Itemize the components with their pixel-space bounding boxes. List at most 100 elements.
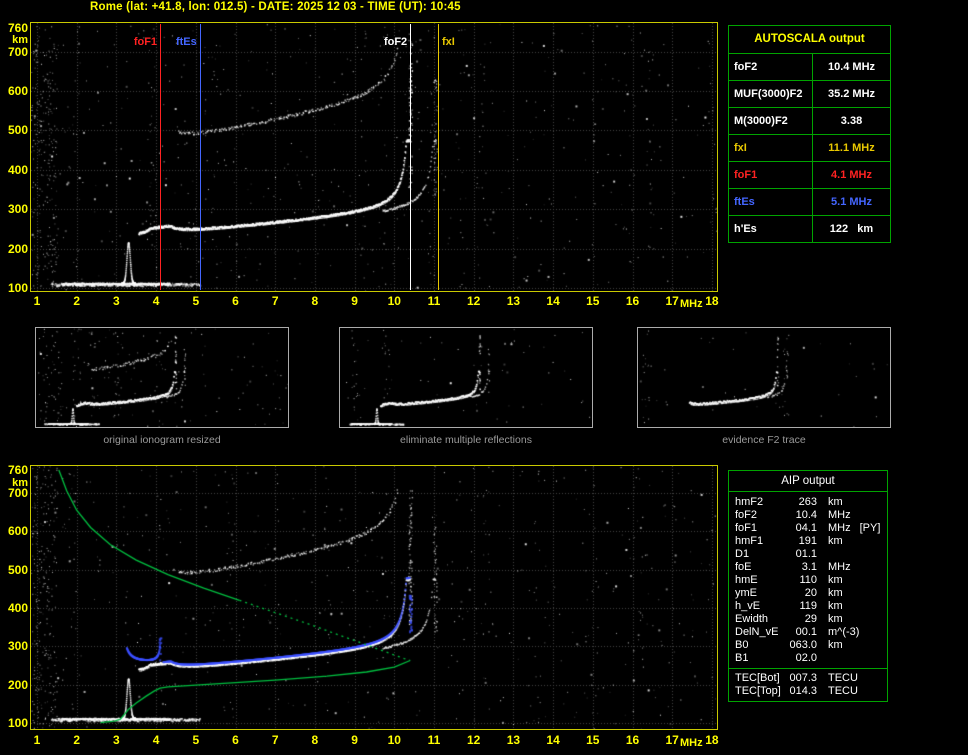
- autoscala-row-value: 11.1 MHz: [828, 142, 875, 154]
- y-tick-top-300: 300: [7, 202, 28, 217]
- autoscala-row-label: fxI: [729, 135, 813, 161]
- y-tick-top-700: 700: [7, 44, 28, 59]
- x-tick-bottom-14: 14: [546, 733, 560, 747]
- aip-label: hmF1: [735, 535, 764, 547]
- thumbnail-f2-trace-evidence: [637, 327, 891, 428]
- aip-row-hmE: hmE 110 km: [729, 574, 887, 587]
- aip-value: 119: [799, 600, 817, 612]
- aip-value: 007.3: [789, 672, 817, 684]
- autoscala-row-value: 5.1 MHz: [831, 196, 872, 208]
- x-tick-bottom-1: 1: [33, 733, 41, 747]
- aip-label: B1: [735, 652, 749, 664]
- aip-row-B0: B0 063.0 km: [729, 639, 887, 652]
- marker-label-ftEs: ftEs: [175, 36, 197, 48]
- marker-line-foF2: [410, 24, 412, 290]
- y-tick-top-600: 600: [7, 84, 28, 99]
- autoscala-row-value: 35.2 MHz: [827, 88, 876, 100]
- autoscala-row-value: 122 km: [829, 223, 874, 235]
- aip-value: 02.0: [795, 652, 817, 664]
- autoscala-row-foF1: foF1 4.1 MHz: [729, 161, 890, 188]
- aip-label: TEC[Top]: [735, 685, 781, 697]
- autoscala-row-label: MUF(3000)F2: [729, 81, 813, 107]
- aip-unit: TECU: [828, 685, 858, 697]
- y-tick-bottom-200: 200: [7, 677, 28, 692]
- x-tick-bottom-5: 5: [192, 733, 200, 747]
- aip-label: Ewidth: [735, 613, 769, 625]
- aip-unit: km: [828, 613, 843, 625]
- x-tick-bottom-15: 15: [586, 733, 600, 747]
- aip-label: DelN_vE: [735, 626, 779, 638]
- x-tick-top-17: 17: [665, 294, 679, 308]
- x-tick-top-3: 3: [113, 294, 120, 308]
- autoscala-row-fxI: fxI 11.1 MHz: [729, 134, 890, 161]
- aip-unit: [817, 548, 828, 561]
- aip-row-Ewidth: Ewidth 29 km: [729, 613, 887, 626]
- x-tick-top-11: 11: [427, 294, 441, 308]
- aip-output-table: AIP output hmF2 263 km foF2 10.4 MHz foF1 04.1 M…: [728, 470, 888, 702]
- y-tick-bottom-300: 300: [7, 639, 28, 654]
- y-tick-top-100: 100: [7, 280, 28, 295]
- aip-unit: MHz: [828, 561, 851, 573]
- x-tick-bottom-3: 3: [113, 733, 120, 747]
- x-tick-bottom-17: 17: [665, 733, 679, 747]
- aip-row-B1: B1 02.0: [729, 652, 887, 665]
- aip-row-TEC[Top]: TEC[Top] 014.3 TECU: [729, 685, 887, 698]
- aip-value: 063.0: [789, 639, 817, 651]
- x-tick-top-5: 5: [192, 294, 200, 308]
- y-tick-top-760: 760: [7, 21, 28, 35]
- x-tick-top-13: 13: [506, 294, 521, 308]
- aip-value: 04.1: [795, 522, 817, 534]
- thumbnail-multiple-reflections-removed: [339, 327, 593, 428]
- thumbnail-caption-cleaned: eliminate multiple reflections: [400, 434, 532, 446]
- x-tick-top-8: 8: [311, 294, 319, 308]
- x-tick-top-7: 7: [271, 294, 279, 308]
- aip-unit: km: [828, 574, 843, 586]
- x-tick-top-1: 1: [33, 294, 41, 308]
- thumbnail-caption-f2-trace: evidence F2 trace: [722, 434, 806, 446]
- x-tick-bottom-13: 13: [506, 733, 521, 747]
- autoscala-row-foF2: foF2 10.4 MHz: [729, 53, 890, 80]
- aip-row-foF2: foF2 10.4 MHz: [729, 509, 887, 522]
- aip-value: 191: [798, 535, 817, 547]
- thumbnail-canvas-cleaned: [340, 328, 592, 427]
- aip-value: 3.1: [801, 561, 817, 573]
- x-tick-top-4: 4: [152, 294, 160, 308]
- aip-label: hmE: [735, 574, 758, 586]
- autoscala-row-ftEs: ftEs 5.1 MHz: [729, 188, 890, 215]
- autoscala-row-value: 4.1 MHz: [831, 169, 872, 181]
- aip-label: foF1: [735, 522, 758, 534]
- aip-label: foE: [735, 561, 752, 573]
- aip-unit: [817, 652, 828, 665]
- aip-value: 10.4: [795, 509, 817, 521]
- aip-value: 00.1: [795, 626, 817, 638]
- marker-label-foF1: foF1: [133, 36, 158, 48]
- x-tick-top-10: 10: [387, 294, 401, 308]
- thumbnail-caption-original: original ionogram resized: [103, 434, 221, 446]
- autoscala-row-M(3000)F2: M(3000)F2 3.38: [729, 107, 890, 134]
- aip-label: ymE: [735, 587, 757, 599]
- x-tick-top-2: 2: [73, 294, 81, 308]
- x-tick-top-16: 16: [625, 294, 640, 308]
- y-tick-bottom-700: 700: [7, 485, 28, 500]
- aip-label: h_vE: [735, 600, 761, 612]
- ionogram-canvas-top: [31, 23, 717, 291]
- x-tick-bottom-6: 6: [232, 733, 239, 747]
- autoscala-table-rows: foF2 10.4 MHz MUF(3000)F2 35.2 MHz M(3000)F2…: [729, 53, 890, 242]
- marker-line-ftEs: [199, 24, 201, 290]
- x-tick-bottom-18: 18: [705, 733, 719, 747]
- autoscala-row-h'Es: h'Es 122 km: [729, 215, 890, 242]
- y-tick-bottom-500: 500: [7, 562, 28, 577]
- y-tick-bottom-600: 600: [7, 524, 28, 539]
- aip-unit: km: [828, 496, 843, 508]
- aip-label: hmF2: [735, 496, 764, 508]
- x-tick-bottom-12: 12: [467, 733, 481, 747]
- y-tick-bottom-400: 400: [7, 600, 28, 615]
- autoscala-row-label: M(3000)F2: [729, 108, 813, 134]
- x-tick-top-14: 14: [546, 294, 560, 308]
- aip-unit: km: [828, 535, 843, 547]
- aip-unit: m^(-3): [828, 626, 860, 638]
- x-tick-top-6: 6: [232, 294, 239, 308]
- x-tick-bottom-7: 7: [271, 733, 279, 747]
- y-tick-bottom-760: 760: [7, 463, 28, 477]
- thumbnail-canvas-original: [36, 328, 288, 427]
